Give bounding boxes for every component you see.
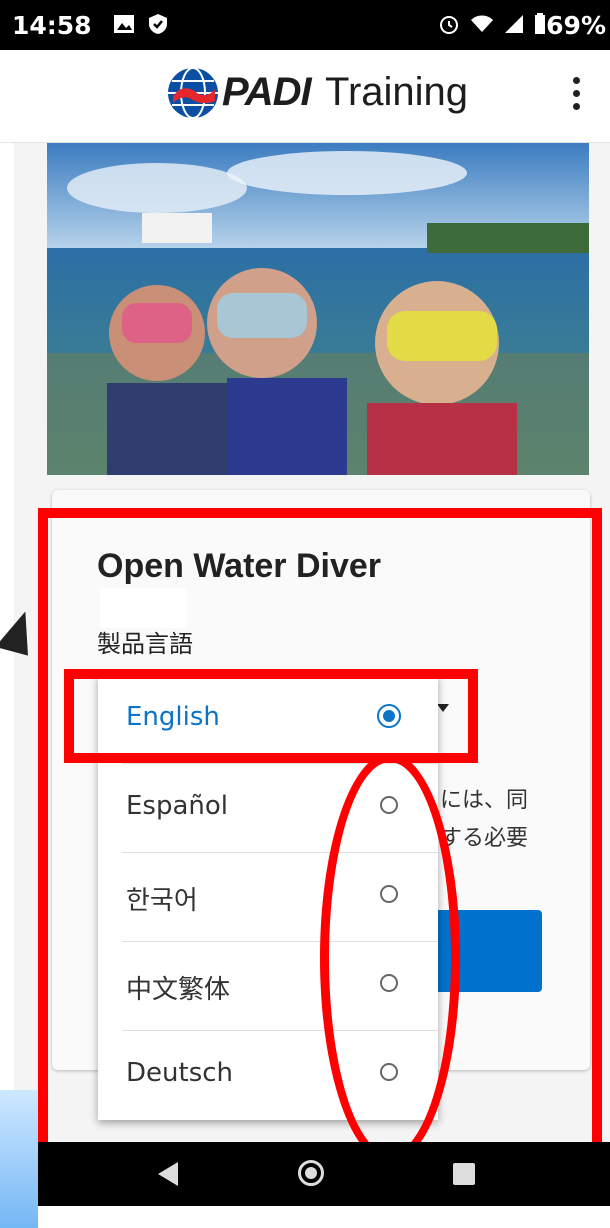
- left-edge-graphic: [0, 1090, 38, 1228]
- more-options-icon[interactable]: [566, 77, 586, 117]
- recent-apps-icon[interactable]: [453, 1163, 475, 1185]
- image-notification-icon: [114, 15, 134, 33]
- hero-image-divers: [47, 143, 589, 475]
- shield-icon: [149, 14, 167, 34]
- logo-training-text: Training: [325, 70, 469, 114]
- status-bar: 14:58 69%: [0, 0, 610, 50]
- wifi-icon: [471, 15, 493, 32]
- annotation-highlight-english: [64, 669, 478, 763]
- battery-percentage: 69%: [546, 11, 606, 40]
- status-time: 14:58: [12, 11, 92, 40]
- annotation-highlight-box: [38, 508, 602, 1216]
- bottom-margin: [38, 1206, 610, 1228]
- system-nav-bar: [38, 1142, 610, 1206]
- logo-brand-text: PADI: [222, 70, 312, 114]
- cell-signal-icon: [505, 15, 523, 33]
- padi-globe-logo-icon: [168, 67, 218, 119]
- back-icon[interactable]: [158, 1162, 178, 1186]
- home-icon[interactable]: [298, 1160, 324, 1186]
- alarm-icon: [440, 16, 458, 34]
- annotation-highlight-radios: [320, 753, 460, 1163]
